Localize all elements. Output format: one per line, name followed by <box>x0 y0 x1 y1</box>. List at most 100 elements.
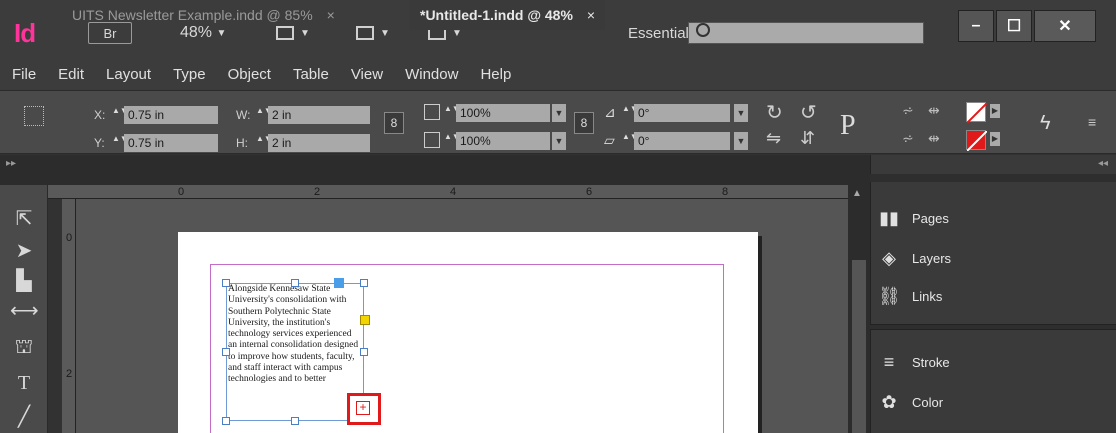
x-field[interactable]: 0.75 in <box>124 106 218 124</box>
paragraph-direction-icon[interactable]: P <box>840 110 856 142</box>
chevron-down-icon[interactable]: ▼ <box>552 104 566 122</box>
shear-field[interactable]: 0° <box>634 132 730 150</box>
rotate-cw-icon[interactable]: ↻ <box>766 100 783 125</box>
select-next-icon[interactable]: ⇹ <box>928 130 940 147</box>
tab-label: UITS Newsletter Example.indd @ 85% <box>72 7 313 23</box>
select-content-icon[interactable]: ⩫ <box>902 130 914 147</box>
rotate-field[interactable]: 0° <box>634 104 730 122</box>
maximize-button[interactable]: ☐ <box>996 10 1032 42</box>
w-stepper[interactable]: ▲▼ <box>256 107 272 123</box>
frame-handle[interactable] <box>291 279 299 287</box>
shear-icon: ▱ <box>604 132 615 148</box>
direct-selection-tool-icon[interactable]: ➤ <box>10 238 38 266</box>
collapse-tools-icon[interactable]: ▸▸ <box>6 158 16 169</box>
chevron-down-icon[interactable]: ▼ <box>552 132 566 150</box>
x-stepper[interactable]: ▲▼ <box>112 107 128 123</box>
scale-x-field[interactable]: 100% <box>456 104 550 122</box>
reference-point-icon[interactable] <box>24 106 44 126</box>
menu-object[interactable]: Object <box>228 66 271 83</box>
y-stepper[interactable]: ▲▼ <box>112 135 128 151</box>
panel-links[interactable]: ⛓ Links <box>878 278 942 314</box>
close-button[interactable]: ✕ <box>1034 10 1096 42</box>
scale-x-stepper[interactable]: ▲▼ <box>444 105 460 121</box>
frame-handle[interactable] <box>222 279 230 287</box>
shear-stepper[interactable]: ▲▼ <box>622 133 638 149</box>
stroke-swatch-icon[interactable] <box>966 130 988 152</box>
indesign-logo: Id <box>14 18 36 48</box>
panel-color[interactable]: ✿ Color <box>878 384 943 420</box>
in-port-icon[interactable] <box>334 278 344 288</box>
screen-mode-icon <box>356 26 374 40</box>
gap-tool-icon[interactable]: ⟷ <box>10 298 39 326</box>
menu-view[interactable]: View <box>351 66 383 83</box>
corner-option-icon[interactable] <box>360 315 370 325</box>
constrain-proportions-button[interactable]: 8 <box>384 112 404 134</box>
story-text[interactable]: Alongside Kennesaw State University's co… <box>228 284 360 386</box>
rotate-stepper[interactable]: ▲▼ <box>622 105 638 121</box>
overset-plus-icon[interactable]: + <box>356 401 370 415</box>
screen-mode-button[interactable]: ▼ <box>356 20 390 46</box>
close-icon[interactable]: × <box>327 7 335 23</box>
rotate-icon: ⊿ <box>604 104 616 120</box>
menu-edit[interactable]: Edit <box>58 66 84 83</box>
frame-handle[interactable] <box>360 279 368 287</box>
search-input[interactable] <box>688 22 924 44</box>
type-tool-icon[interactable]: T <box>10 372 38 400</box>
select-previous-icon[interactable]: ⇹ <box>928 102 940 119</box>
w-label: W: <box>236 108 251 122</box>
w-field[interactable]: 2 in <box>268 106 370 124</box>
menu-type[interactable]: Type <box>173 66 206 83</box>
fill-swatch-icon[interactable] <box>966 102 988 124</box>
menu-help[interactable]: Help <box>480 66 511 83</box>
collapse-panels-icon[interactable]: ◂◂ <box>1098 158 1108 169</box>
ruler-tick-label: 2 <box>314 186 321 198</box>
scroll-thumb[interactable] <box>852 260 866 433</box>
tab-uits-newsletter[interactable]: UITS Newsletter Example.indd @ 85% × <box>62 0 345 30</box>
y-field[interactable]: 0.75 in <box>124 134 218 152</box>
frame-handle[interactable] <box>291 417 299 425</box>
menu-bar: File Edit Layout Type Object Table View … <box>0 58 1116 90</box>
chevron-down-icon: ▼ <box>380 27 390 39</box>
chevron-down-icon[interactable]: ▼ <box>734 132 748 150</box>
scale-y-icon <box>424 132 440 148</box>
minimize-button[interactable]: – <box>958 10 994 42</box>
panel-layers[interactable]: ◈ Layers <box>878 240 951 276</box>
tab-untitled-1[interactable]: *Untitled-1.indd @ 48% × <box>410 0 606 30</box>
menu-file[interactable]: File <box>12 66 36 83</box>
rotate-ccw-icon[interactable]: ↺ <box>800 100 817 125</box>
scale-y-stepper[interactable]: ▲▼ <box>444 133 460 149</box>
quick-apply-icon[interactable]: ϟ <box>1040 112 1051 135</box>
panel-stroke[interactable]: ≡ Stroke <box>878 344 950 380</box>
scroll-up-icon[interactable]: ▲ <box>852 188 862 199</box>
h-label: H: <box>236 136 248 150</box>
page-tool-icon[interactable]: ▙ <box>10 268 38 296</box>
h-stepper[interactable]: ▲▼ <box>256 135 272 151</box>
frame-handle[interactable] <box>360 348 368 356</box>
flip-vertical-icon[interactable]: ⇵ <box>800 128 815 149</box>
menu-table[interactable]: Table <box>293 66 329 83</box>
layers-icon: ◈ <box>882 248 896 268</box>
constrain-scale-button[interactable]: 8 <box>574 112 594 134</box>
panel-group-header[interactable] <box>870 324 1116 330</box>
chevron-right-icon[interactable]: ▶ <box>990 132 1000 146</box>
h-field[interactable]: 2 in <box>268 134 370 152</box>
select-container-icon[interactable]: ⩫ <box>902 102 914 119</box>
panel-label: Stroke <box>912 354 950 370</box>
line-tool-icon[interactable]: ╱ <box>10 404 38 432</box>
panel-group-header[interactable] <box>870 174 1116 182</box>
search-icon <box>696 23 710 37</box>
content-collector-icon[interactable]: ⛫ <box>10 336 38 364</box>
panel-pages[interactable]: ▮▮ Pages <box>878 200 949 236</box>
document-tab-bar <box>0 155 870 185</box>
flip-horizontal-icon[interactable]: ⇋ <box>766 128 781 149</box>
close-icon[interactable]: × <box>587 7 595 23</box>
chevron-down-icon[interactable]: ▼ <box>734 104 748 122</box>
scale-y-field[interactable]: 100% <box>456 132 550 150</box>
frame-handle[interactable] <box>222 417 230 425</box>
chevron-right-icon[interactable]: ▶ <box>990 104 1000 118</box>
selection-tool-icon[interactable]: ⇱ <box>10 206 38 234</box>
frame-handle[interactable] <box>222 348 230 356</box>
menu-layout[interactable]: Layout <box>106 66 151 83</box>
menu-window[interactable]: Window <box>405 66 458 83</box>
panel-menu-icon[interactable]: ≡ <box>1088 114 1096 130</box>
